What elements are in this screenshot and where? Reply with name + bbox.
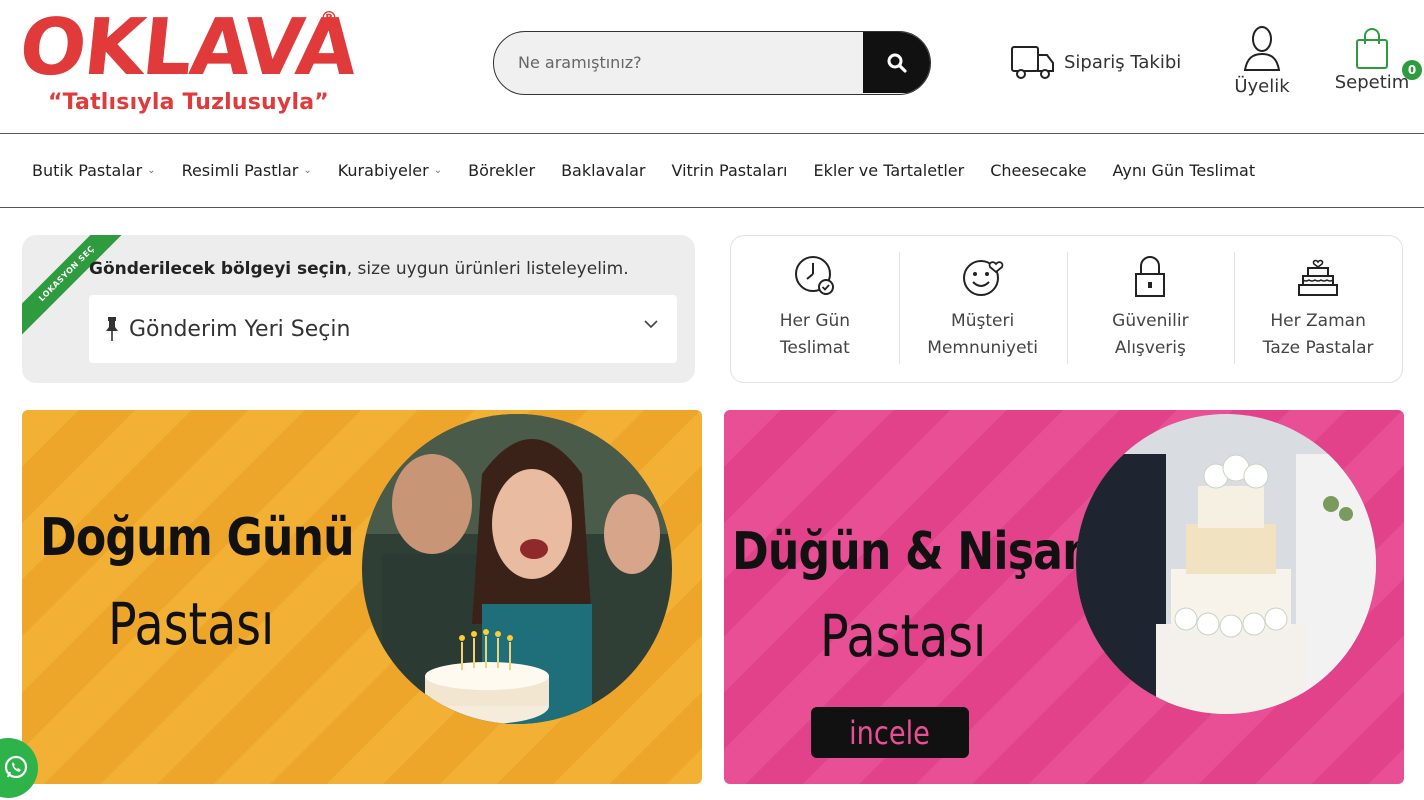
nav-item-label: Aynı Gün Teslimat (1112, 161, 1256, 180)
nav-item-cheesecake[interactable]: Cheesecake (990, 161, 1086, 180)
feature-customer-satisfaction: Müşteri Memnuniyeti (898, 236, 1067, 382)
feature-label: Her Gün Teslimat (750, 308, 880, 362)
logo-tagline: “Tatlısıyla Tuzlusuyla” (48, 90, 329, 115)
nav-item-label: Ekler ve Tartaletler (813, 161, 965, 180)
nav-item-baklavalar[interactable]: Baklavalar (561, 161, 645, 180)
feature-label-line1: Her Gün (779, 311, 851, 331)
location-selector-panel: LOKASYON SEÇ Gönderilecek bölgeyi seçin,… (22, 235, 695, 383)
birthday-photo-illustration (362, 414, 672, 724)
nav-item-label: Kurabiyeler (337, 161, 429, 180)
feature-label-line1: Müşteri (951, 311, 1015, 331)
feature-fresh-cakes: Her Zaman Taze Pastalar (1234, 236, 1402, 382)
nav-item-label: Resimli Pastlar (181, 161, 299, 180)
chevron-down-icon: ⌄ (303, 165, 312, 176)
lock-icon (1135, 256, 1166, 297)
chevron-down-icon (644, 320, 658, 329)
feature-label-line2: Taze Pastalar (1262, 338, 1374, 358)
cart-link[interactable]: Sepetim 0 (1334, 26, 1422, 93)
birthday-cake-banner[interactable]: Doğum Günü Pastası (22, 410, 702, 784)
chevron-down-icon: ⌄ (147, 165, 156, 176)
user-icon (1243, 26, 1281, 71)
brand-logo[interactable]: OKLAVA ® “Tatlısıyla Tuzlusuyla” (15, 3, 359, 124)
nav-item-borekler[interactable]: Börekler (468, 161, 535, 180)
site-header: OKLAVA ® “Tatlısıyla Tuzlusuyla” Sipariş… (0, 0, 1424, 134)
feature-label-line2: Teslimat (779, 338, 850, 358)
features-panel: Her Gün Teslimat Müşteri Memnuniyeti Güv… (730, 235, 1403, 383)
feature-label: Müşteri Memnuniyeti (918, 308, 1048, 362)
order-tracking-label: Sipariş Takibi (1064, 51, 1182, 73)
nav-item-butik-pastalar[interactable]: Butik Pastalar ⌄ (32, 161, 156, 180)
order-tracking-link[interactable]: Sipariş Takibi (1010, 42, 1181, 82)
nav-item-label: Börekler (468, 161, 536, 180)
main-navigation: Butik Pastalar ⌄ Resimli Pastlar ⌄ Kurab… (0, 134, 1424, 208)
feature-label: Her Zaman Taze Pastalar (1253, 308, 1383, 362)
wedding-photo (1076, 414, 1376, 714)
feature-label-line1: Güvenilir (1112, 311, 1189, 331)
pushpin-icon (106, 317, 118, 341)
nav-item-resimli-pastlar[interactable]: Resimli Pastlar ⌄ (182, 161, 312, 180)
search-input[interactable] (494, 32, 864, 93)
search-bar (493, 31, 931, 95)
location-prompt: Gönderilecek bölgeyi seçin, size uygun ü… (89, 259, 629, 279)
nav-item-label: Butik Pastalar (32, 161, 143, 180)
feature-label-line2: Alışveriş (1114, 338, 1186, 358)
shopping-bag-icon (1356, 28, 1388, 69)
incele-button-label: incele (849, 713, 931, 752)
feature-label: Güvenilir Alışveriş (1085, 308, 1215, 362)
smiley-heart-icon (962, 260, 1003, 296)
nav-item-ekler-tartaletler[interactable]: Ekler ve Tartaletler (813, 161, 964, 180)
registered-mark: ® (320, 8, 338, 29)
chevron-down-icon: ⌄ (433, 165, 443, 176)
nav-item-label: Baklavalar (561, 161, 646, 180)
location-dropdown-label: Gönderim Yeri Seçin (129, 316, 351, 342)
feature-label-line2: Memnuniyeti (927, 338, 1038, 358)
banner-subtitle: Pastası (108, 590, 275, 658)
feature-secure-shopping: Güvenilir Alışveriş (1066, 236, 1235, 382)
birthday-photo (362, 414, 672, 724)
nav-item-label: Vitrin Pastaları (671, 161, 788, 180)
nav-item-ayni-gun-teslimat[interactable]: Aynı Gün Teslimat (1113, 161, 1256, 180)
banner-subtitle: Pastası (820, 602, 987, 670)
location-prompt-rest: , size uygun ürünleri listeleyelim. (346, 259, 629, 279)
incele-button[interactable]: incele (811, 707, 969, 758)
nav-item-label: Cheesecake (990, 161, 1087, 180)
search-button[interactable] (863, 32, 930, 93)
cart-label: Sepetim (1334, 72, 1410, 93)
whatsapp-icon (4, 755, 28, 779)
membership-link[interactable]: Üyelik (1232, 24, 1292, 97)
truck-icon (1011, 46, 1054, 79)
cart-count-badge: 0 (1402, 60, 1422, 80)
logo-wordmark: OKLAVA (15, 3, 360, 93)
wedding-photo-illustration (1076, 414, 1376, 714)
clock-check-icon (794, 256, 834, 295)
cake-icon (1298, 259, 1339, 296)
banner-title: Düğün & Nişan (732, 522, 1094, 582)
membership-label: Üyelik (1234, 76, 1290, 97)
feature-label-line1: Her Zaman (1270, 311, 1366, 331)
location-dropdown[interactable]: Gönderim Yeri Seçin (89, 295, 677, 363)
location-prompt-bold: Gönderilecek bölgeyi seçin (89, 259, 347, 279)
search-icon (887, 53, 907, 73)
feature-daily-delivery: Her Gün Teslimat (731, 236, 899, 382)
nav-item-kurabiyeler[interactable]: Kurabiyeler ⌄ (338, 161, 442, 180)
nav-item-vitrin-pastalari[interactable]: Vitrin Pastaları (671, 161, 787, 180)
wedding-cake-banner[interactable]: Düğün & Nişan Pastası incele (724, 410, 1404, 784)
banner-title: Doğum Günü (40, 508, 355, 568)
